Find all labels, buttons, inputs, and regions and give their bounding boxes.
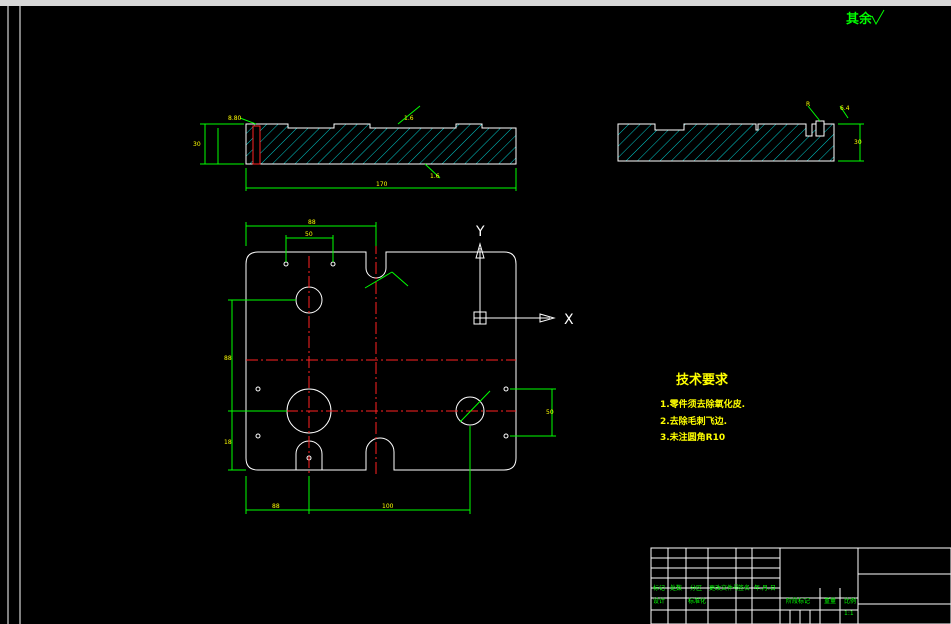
dim-plan-bottom-left: 88 <box>272 503 280 510</box>
dim-plan-right-vertical: 50 <box>546 409 554 416</box>
dim-height-top: 30 <box>193 141 201 148</box>
dim-side-roughness: 6.4 <box>840 105 850 112</box>
tb-label-change-doc: 更改文件号 <box>709 585 740 592</box>
dim-roughness-top: 1.6 <box>404 115 414 122</box>
dim-roughness-bottom: 1.6 <box>430 173 440 180</box>
tech-note-2: 2.去除毛刺飞边. <box>660 417 728 427</box>
dim-plan-vert-lower: 18 <box>224 439 232 446</box>
tech-requirements-title: 技术要求 <box>676 373 729 388</box>
dim-length: 170 <box>376 181 388 188</box>
tb-scale-value: 1:1 <box>844 610 854 617</box>
tech-note-1: 1.零件须去除氧化皮. <box>660 400 746 410</box>
tb-label-standard: 标准化 <box>688 598 707 605</box>
plan-view[interactable] <box>228 222 556 514</box>
roughness-symbol-icon <box>871 9 885 26</box>
tech-note-3: 3.未注圆角R10 <box>660 433 726 443</box>
tb-label-design: 设计 <box>653 598 666 605</box>
dim-plan-bottom-right: 100 <box>382 503 394 510</box>
cad-drawing-canvas[interactable]: 170 8.80 1.6 1.6 30 30 6.4 R 88 50 88 10… <box>0 6 951 624</box>
dim-plan-width-top: 88 <box>308 219 316 226</box>
tb-label-weight: 重量 <box>824 598 837 605</box>
tb-label-scale: 比例 <box>844 598 857 605</box>
dim-plan-hole-spacing: 50 <box>305 231 313 238</box>
tb-label-stage: 阶段标记 <box>786 598 811 605</box>
rest-roughness-label: 其余 <box>846 12 873 27</box>
dim-plan-vert-upper: 88 <box>224 355 232 362</box>
side-section-view[interactable] <box>617 105 864 162</box>
tb-label-zone: 分区 <box>690 585 703 592</box>
dim-side-slot: R <box>806 101 810 108</box>
axis-x-label: X <box>564 312 574 328</box>
top-section-view[interactable] <box>200 105 517 191</box>
axis-y-label: Y <box>475 224 485 240</box>
dim-side-height: 30 <box>854 139 862 146</box>
tb-label-date: 年.月.日 <box>754 585 776 592</box>
tb-label-sign: 签名 <box>738 585 751 592</box>
tb-label-count: 处数 <box>670 585 683 592</box>
tb-label-mark: 标记 <box>653 585 666 592</box>
dim-groove: 8.80 <box>228 115 242 122</box>
